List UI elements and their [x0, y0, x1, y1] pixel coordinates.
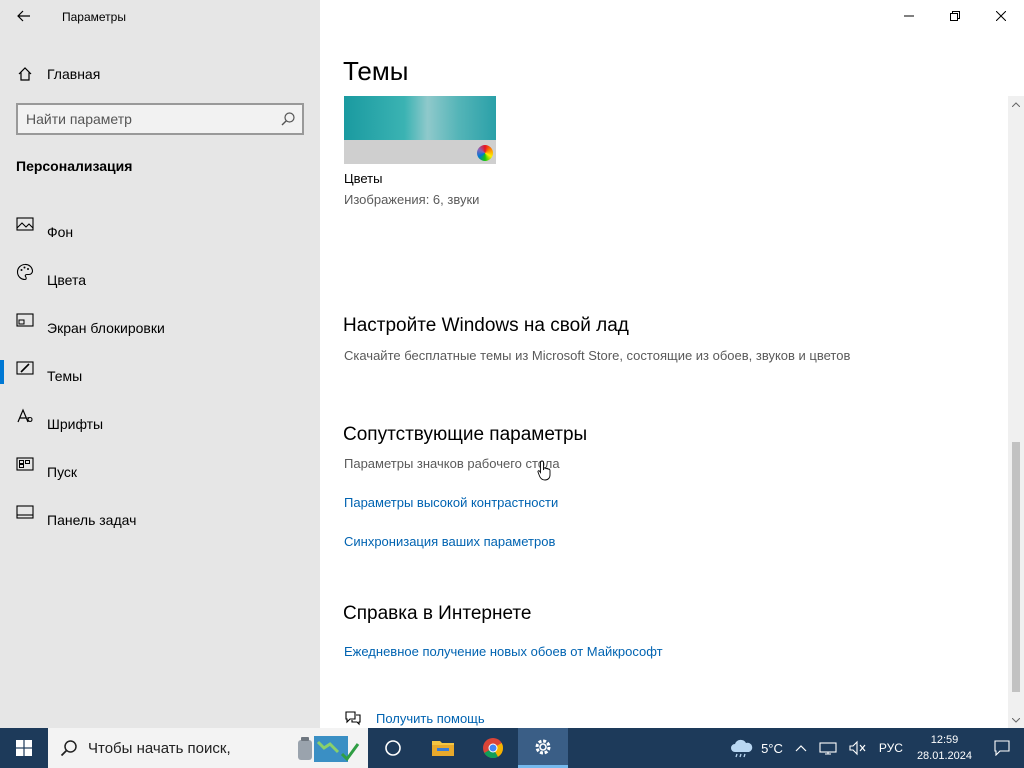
- action-center-button[interactable]: [980, 728, 1024, 768]
- window-title: Параметры: [62, 10, 126, 24]
- minimize-icon: [904, 15, 914, 17]
- back-arrow-icon: [17, 10, 30, 22]
- sidebar-item-fonts[interactable]: Шрифты: [0, 400, 320, 448]
- language-indicator[interactable]: РУС: [873, 728, 909, 768]
- vertical-scrollbar[interactable]: [1008, 96, 1024, 728]
- close-icon: [996, 11, 1006, 21]
- taskbar-icon: [16, 503, 34, 521]
- settings-search-box[interactable]: [16, 103, 304, 135]
- close-button[interactable]: [978, 0, 1024, 32]
- scroll-thumb[interactable]: [1012, 442, 1020, 692]
- home-label: Главная: [47, 66, 101, 82]
- sidebar-item-background[interactable]: Фон: [0, 208, 320, 256]
- home-icon: [16, 65, 34, 83]
- scroll-up-button[interactable]: [1008, 96, 1024, 112]
- main-content: Темы Цветы Изображения: 6, звуки Настрой…: [320, 0, 1024, 728]
- chrome-button[interactable]: [468, 728, 518, 768]
- clock[interactable]: 12:59 28.01.2024: [909, 728, 980, 768]
- settings-app-button[interactable]: [518, 728, 568, 768]
- web-help-heading: Справка в Интернете: [343, 603, 532, 624]
- theme-preview-bar: [344, 140, 496, 164]
- picture-icon: [16, 215, 34, 233]
- daily-wallpaper-link[interactable]: Ежедневное получение новых обоев от Майк…: [344, 644, 663, 659]
- volume-muted-icon: [849, 740, 866, 756]
- taskbar-search-placeholder: Чтобы начать поиск,: [88, 740, 231, 757]
- sidebar-item-lock-screen[interactable]: Экран блокировки: [0, 304, 320, 352]
- taskbar: Чтобы начать поиск, 5°C РУС 12:59 28.01.…: [0, 728, 1024, 768]
- themes-icon: [16, 359, 34, 377]
- high-contrast-settings-link[interactable]: Параметры высокой контрастности: [344, 495, 558, 510]
- customize-description: Скачайте бесплатные темы из Microsoft St…: [344, 348, 851, 363]
- task-view-icon: [385, 740, 401, 756]
- sidebar-item-label: Фон: [47, 224, 74, 240]
- sidebar-item-label: Шрифты: [47, 416, 104, 432]
- sidebar-item-themes[interactable]: Темы: [0, 352, 320, 400]
- search-icon[interactable]: [280, 111, 296, 127]
- search-highlight-image-icon: [298, 736, 360, 762]
- theme-thumbnail[interactable]: [344, 96, 496, 164]
- theme-preview-image: [344, 96, 496, 140]
- sidebar-item-label: Экран блокировки: [47, 320, 165, 336]
- system-tray: 5°C РУС 12:59 28.01.2024: [723, 728, 1024, 768]
- sidebar-item-label: Панель задач: [47, 512, 137, 528]
- chevron-up-icon: [795, 745, 807, 752]
- minimize-button[interactable]: [886, 0, 932, 32]
- font-icon: [16, 407, 34, 425]
- notification-icon: [994, 740, 1010, 756]
- weather-cloud-icon: [731, 739, 753, 758]
- window-controls: [886, 0, 1024, 32]
- lock-screen-icon: [16, 311, 34, 329]
- home-nav-item[interactable]: Главная: [0, 58, 320, 90]
- network-icon: [819, 742, 837, 755]
- chat-help-icon: [345, 711, 361, 726]
- start-icon: [16, 455, 34, 473]
- section-title: Персонализация: [16, 158, 133, 174]
- settings-search-input[interactable]: [26, 110, 276, 128]
- sidebar-item-label: Темы: [47, 368, 83, 384]
- theme-name: Цветы: [344, 171, 383, 186]
- start-button[interactable]: [0, 728, 48, 768]
- sidebar-item-label: Пуск: [47, 464, 78, 480]
- back-button[interactable]: [10, 4, 38, 28]
- task-view-button[interactable]: [368, 728, 418, 768]
- search-icon: [60, 740, 77, 757]
- get-help-row[interactable]: Получить помощь: [344, 710, 485, 726]
- sidebar-item-taskbar[interactable]: Панель задач: [0, 496, 320, 544]
- get-help-link[interactable]: Получить помощь: [376, 711, 485, 726]
- weather-temperature: 5°C: [761, 740, 783, 756]
- personalization-nav: Фон Цвета Экран блокировки Темы Шрифты П…: [0, 208, 320, 544]
- show-hidden-icons-button[interactable]: [789, 728, 813, 768]
- sidebar-item-colors[interactable]: Цвета: [0, 256, 320, 304]
- desktop-icon-settings-link[interactable]: Параметры значков рабочего стола: [344, 456, 560, 471]
- hand-cursor-icon: [537, 460, 551, 481]
- clock-time: 12:59: [930, 734, 959, 746]
- customize-heading: Настройте Windows на свой лад: [343, 315, 629, 336]
- file-explorer-icon: [432, 741, 454, 756]
- scroll-down-button[interactable]: [1008, 712, 1024, 728]
- page-title: Темы: [343, 56, 409, 86]
- windows-logo-icon: [16, 740, 32, 756]
- chrome-icon: [483, 738, 504, 759]
- settings-icon: [535, 739, 551, 754]
- related-settings-heading: Сопутствующие параметры: [343, 424, 588, 445]
- color-wheel-icon: [477, 145, 493, 161]
- sidebar: Параметры Главная Персонализация Фон Цве…: [0, 0, 320, 728]
- chevron-up-icon: [1012, 101, 1020, 107]
- volume-button[interactable]: [843, 728, 873, 768]
- weather-widget[interactable]: 5°C: [723, 728, 789, 768]
- restore-button[interactable]: [932, 0, 978, 32]
- sidebar-item-label: Цвета: [47, 272, 86, 288]
- sidebar-item-start[interactable]: Пуск: [0, 448, 320, 496]
- taskbar-search-box[interactable]: Чтобы начать поиск,: [48, 728, 368, 768]
- clock-date: 28.01.2024: [916, 750, 972, 762]
- palette-icon: [16, 263, 34, 281]
- file-explorer-button[interactable]: [418, 728, 468, 768]
- restore-icon: [950, 11, 960, 21]
- theme-meta: Изображения: 6, звуки: [344, 192, 480, 207]
- sync-settings-link[interactable]: Синхронизация ваших параметров: [344, 534, 555, 549]
- network-button[interactable]: [813, 728, 843, 768]
- chevron-down-icon: [1012, 717, 1020, 723]
